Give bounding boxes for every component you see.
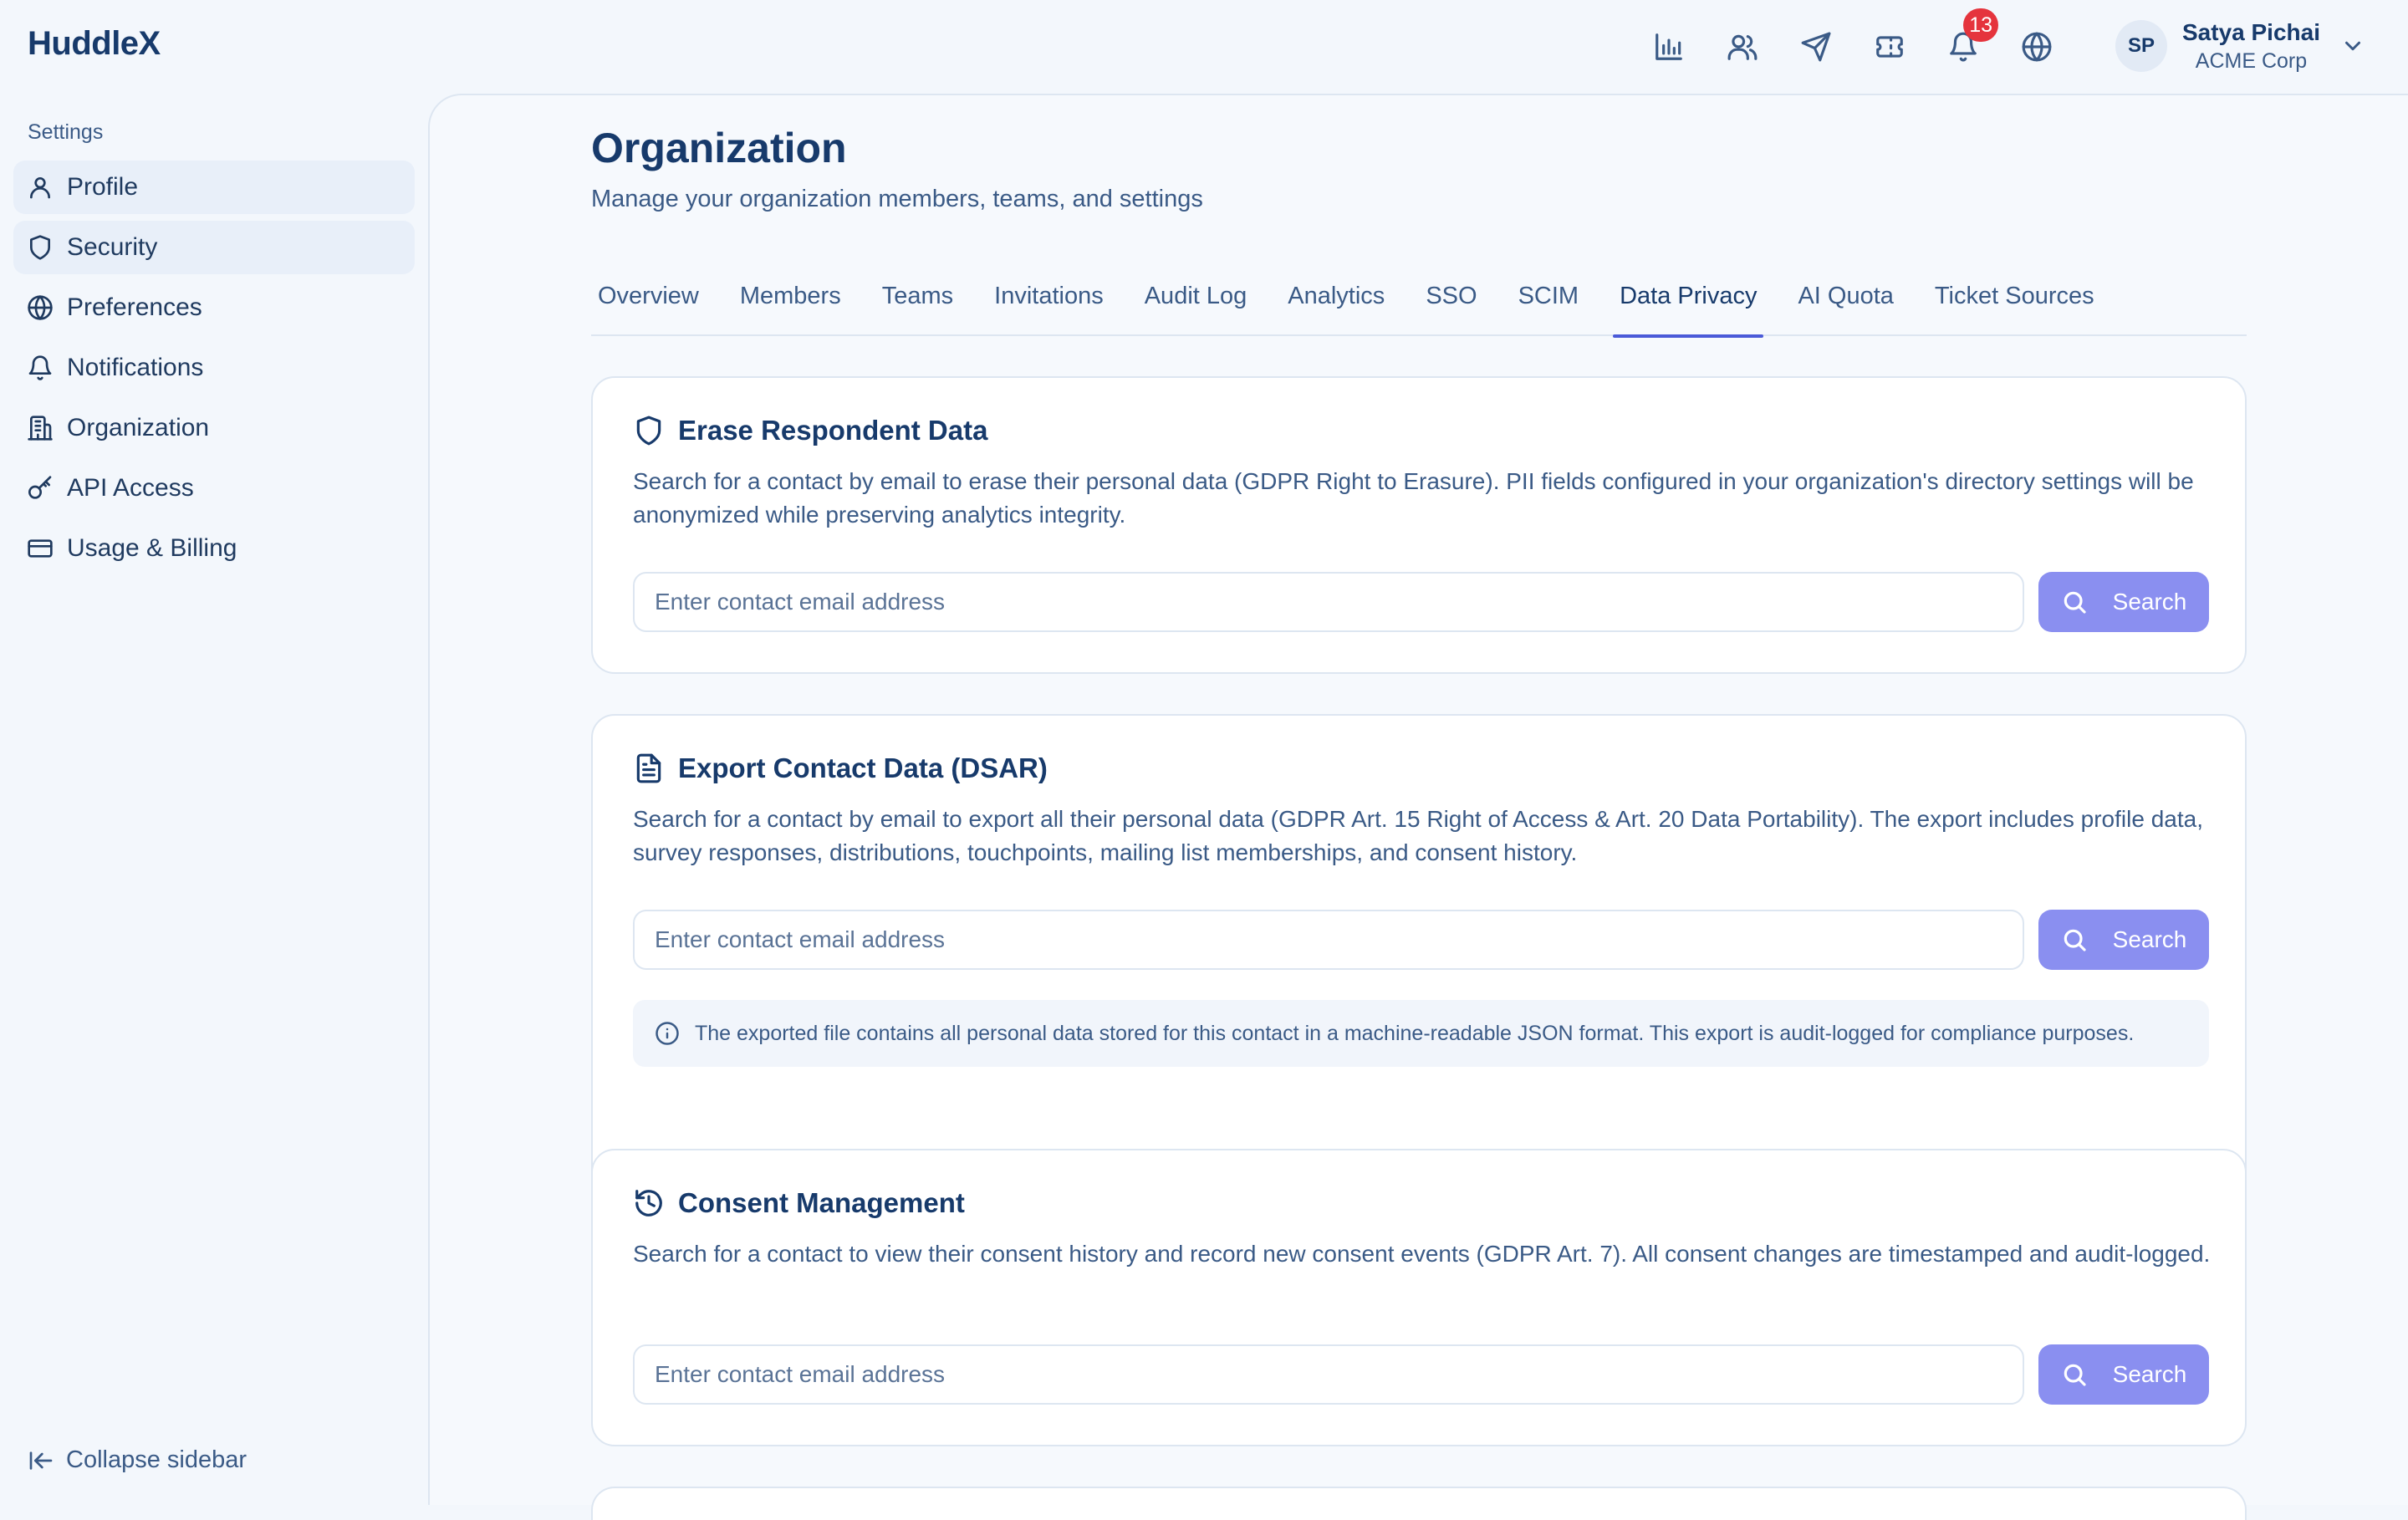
sidebar-item-label: Security	[67, 233, 158, 261]
card-description: Search for a contact to view their conse…	[633, 1241, 2211, 1267]
tab-scim[interactable]: SCIM	[1512, 263, 1586, 336]
search-button-label: Search	[2112, 1361, 2187, 1387]
card-title: Erase Respondent Data	[678, 415, 988, 446]
sidebar-item-profile[interactable]: Profile	[13, 161, 415, 214]
card-title: Consent Management	[678, 1187, 965, 1218]
next-card-partial	[591, 1487, 2247, 1520]
user-menu-toggle[interactable]	[2340, 33, 2365, 59]
erase-search-button[interactable]: Search	[2038, 572, 2209, 632]
export-search-button[interactable]: Search	[2038, 910, 2209, 970]
consent-search-button[interactable]: Search	[2038, 1344, 2209, 1405]
settings-sidebar: Settings Profile Security Preferences No…	[0, 94, 428, 1505]
sidebar-item-organization[interactable]: Organization	[13, 401, 415, 455]
bell-icon	[28, 355, 52, 380]
card-header: Erase Respondent Data	[633, 415, 987, 446]
sidebar-item-label: Notifications	[67, 354, 204, 381]
erase-data-card: Erase Respondent Data Search for a conta…	[591, 376, 2247, 674]
card-title: Export Contact Data (DSAR)	[678, 752, 1048, 783]
consent-email-input[interactable]	[633, 1344, 2024, 1405]
collapse-sidebar-label: Collapse sidebar	[66, 1446, 247, 1473]
notification-badge: 13	[1963, 8, 1998, 42]
sidebar-item-label: Profile	[67, 173, 139, 201]
info-text: The exported file contains all personal …	[695, 1021, 2135, 1045]
tab-audit-log[interactable]: Audit Log	[1138, 263, 1254, 336]
tab-ai-quota[interactable]: AI Quota	[1791, 263, 1900, 336]
tab-data-privacy[interactable]: Data Privacy	[1613, 263, 1764, 338]
consent-management-card: Consent Management Search for a contact …	[591, 1149, 2247, 1446]
user-menu[interactable]: SP Satya Pichai ACME Corp	[2115, 18, 2365, 74]
organization-tabs: Overview Members Teams Invitations Audit…	[591, 263, 2247, 338]
search-icon	[2064, 1364, 2086, 1386]
search-button-label: Search	[2112, 926, 2187, 952]
top-bar: HuddleX 13 SP Satya Pichai ACME Corp	[0, 0, 2408, 94]
notifications-button[interactable]: 13	[1941, 8, 1998, 69]
history-icon	[635, 1190, 662, 1217]
tab-sso[interactable]: SSO	[1419, 263, 1483, 336]
sidebar-item-notifications[interactable]: Notifications	[13, 341, 415, 395]
sidebar-item-usage-billing[interactable]: Usage & Billing	[13, 522, 415, 575]
language-button[interactable]	[2015, 25, 2059, 69]
avatar: SP	[2115, 20, 2167, 72]
tab-overview[interactable]: Overview	[591, 263, 706, 336]
card-header: Consent Management	[633, 1187, 965, 1219]
analytics-nav-button[interactable]	[1647, 25, 1691, 69]
sidebar-nav: Profile Security Preferences Notificatio…	[13, 161, 415, 582]
shield-icon	[30, 235, 50, 260]
card-description: Search for a contact by email to erase t…	[633, 468, 2194, 528]
ticket-icon	[1876, 36, 1903, 58]
brand-logo[interactable]: HuddleX	[28, 25, 161, 63]
tab-teams[interactable]: Teams	[875, 263, 960, 336]
export-email-input[interactable]	[633, 910, 2024, 970]
user-info: Satya Pichai ACME Corp	[2182, 19, 2320, 74]
contacts-nav-button[interactable]	[1721, 25, 1764, 69]
shield-icon	[636, 416, 661, 446]
users-icon	[1727, 34, 1758, 60]
credit-card-icon	[28, 539, 53, 558]
main-panel: Organization Manage your organization me…	[428, 94, 2408, 1520]
collapse-left-icon	[29, 1451, 53, 1470]
sidebar-item-label: Preferences	[67, 293, 202, 321]
sidebar-item-security[interactable]: Security	[13, 221, 415, 274]
export-data-card: Export Contact Data (DSAR) Search for a …	[591, 714, 2247, 1199]
tab-analytics[interactable]: Analytics	[1281, 263, 1391, 336]
sidebar-item-label: Usage & Billing	[67, 534, 237, 562]
sidebar-item-preferences[interactable]: Preferences	[13, 281, 415, 334]
user-org: ACME Corp	[2195, 48, 2308, 73]
user-name: Satya Pichai	[2182, 18, 2320, 45]
sidebar-item-label: Organization	[67, 414, 210, 441]
user-icon	[30, 177, 50, 199]
sidebar-item-api-access[interactable]: API Access	[13, 462, 415, 515]
erase-email-input[interactable]	[633, 572, 2024, 632]
file-text-icon	[636, 753, 661, 783]
send-icon	[1801, 32, 1831, 62]
sidebar-item-label: API Access	[67, 474, 194, 502]
globe-icon	[28, 295, 53, 320]
header-icon-bar: 13	[1647, 8, 2089, 69]
card-header: Export Contact Data (DSAR)	[633, 752, 1048, 784]
tab-members[interactable]: Members	[733, 263, 848, 336]
card-description: Search for a contact by email to export …	[633, 806, 2203, 865]
building-icon	[28, 416, 53, 441]
page-title: Organization	[591, 125, 847, 171]
bar-chart-icon	[1656, 33, 1682, 60]
distributions-nav-button[interactable]	[1794, 25, 1838, 69]
search-icon	[2064, 591, 2086, 614]
export-info-note: The exported file contains all personal …	[633, 1000, 2209, 1067]
key-icon	[28, 476, 52, 499]
page-subtitle: Manage your organization members, teams,…	[591, 186, 1203, 212]
search-button-label: Search	[2112, 589, 2187, 615]
tickets-nav-button[interactable]	[1868, 25, 1911, 69]
tab-invitations[interactable]: Invitations	[987, 263, 1110, 336]
info-icon	[656, 1022, 679, 1045]
tab-ticket-sources[interactable]: Ticket Sources	[1928, 263, 2101, 336]
chevron-down-icon	[2344, 41, 2360, 51]
sidebar-heading: Settings	[28, 120, 104, 144]
search-icon	[2064, 929, 2086, 951]
globe-icon	[2022, 32, 2052, 62]
collapse-sidebar-button[interactable]: Collapse sidebar	[28, 1446, 247, 1474]
